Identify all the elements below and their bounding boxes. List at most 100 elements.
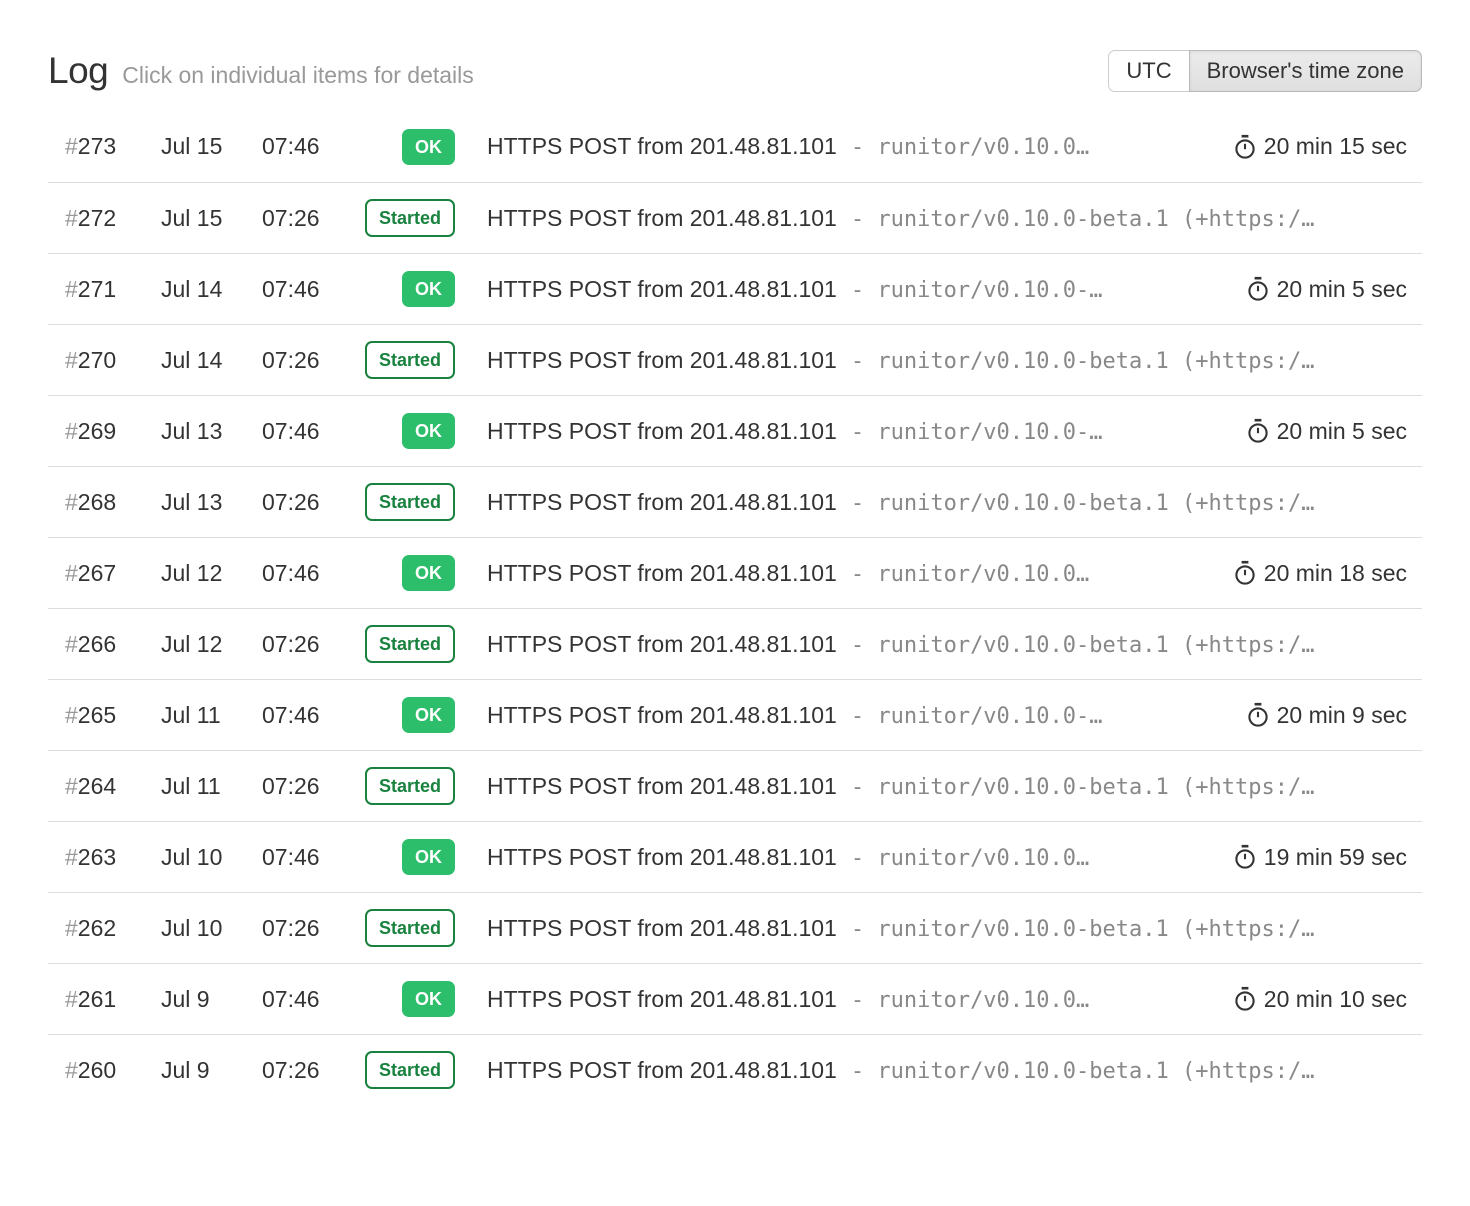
log-row[interactable]: #266 Jul 12 07:26 Started HTTPS POST fro…	[48, 608, 1422, 679]
event-id: #269	[48, 418, 161, 445]
event-id-hash: #	[65, 560, 78, 586]
event-time: 07:26	[262, 915, 355, 942]
event-user-agent: - runitor/v0.10.0-beta.1 (+https:/…	[851, 349, 1315, 374]
event-id-number: 270	[78, 347, 116, 373]
log-page: Log Click on individual items for detail…	[0, 50, 1470, 1105]
status-badge: OK	[402, 271, 455, 307]
log-row[interactable]: #273 Jul 15 07:46 OK HTTPS POST from 201…	[48, 111, 1422, 182]
event-description-text: HTTPS POST from 201.48.81.101	[487, 986, 837, 1013]
status-badge: Started	[365, 909, 455, 947]
log-row[interactable]: #270 Jul 14 07:26 Started HTTPS POST fro…	[48, 324, 1422, 395]
event-id: #271	[48, 276, 161, 303]
event-description-text: HTTPS POST from 201.48.81.101	[487, 915, 837, 942]
event-id-number: 272	[78, 205, 116, 231]
event-id-hash: #	[65, 276, 78, 302]
utc-toggle-button[interactable]: UTC	[1108, 50, 1189, 92]
duration-text: 19 min 59 sec	[1264, 844, 1407, 871]
status-badge: OK	[402, 413, 455, 449]
event-description-text: HTTPS POST from 201.48.81.101	[487, 560, 837, 587]
event-id-hash: #	[65, 773, 78, 799]
event-user-agent: - runitor/v0.10.0-beta.1 (+https:/…	[851, 207, 1315, 232]
status-badge: OK	[402, 555, 455, 591]
event-id-hash: #	[65, 631, 78, 657]
log-row[interactable]: #261 Jul 9 07:46 OK HTTPS POST from 201.…	[48, 963, 1422, 1034]
status-badge-cell: OK	[355, 413, 455, 449]
duration: 20 min 15 sec	[1233, 133, 1422, 160]
duration: 20 min 9 sec	[1246, 702, 1422, 729]
event-id-hash: #	[65, 418, 78, 444]
log-row[interactable]: #260 Jul 9 07:26 Started HTTPS POST from…	[48, 1034, 1422, 1105]
event-time: 07:46	[262, 844, 355, 871]
status-badge-cell: Started	[355, 341, 455, 379]
status-badge-cell: OK	[355, 129, 455, 165]
status-badge-cell: OK	[355, 697, 455, 733]
status-badge: OK	[402, 129, 455, 165]
page-header: Log Click on individual items for detail…	[48, 50, 1422, 92]
timezone-toggle-group: UTC Browser's time zone	[1108, 50, 1422, 92]
event-description: HTTPS POST from 201.48.81.101 - runitor/…	[487, 631, 1422, 658]
status-badge: Started	[365, 483, 455, 521]
log-row[interactable]: #272 Jul 15 07:26 Started HTTPS POST fro…	[48, 182, 1422, 253]
event-time: 07:46	[262, 418, 355, 445]
log-row[interactable]: #263 Jul 10 07:46 OK HTTPS POST from 201…	[48, 821, 1422, 892]
event-description-text: HTTPS POST from 201.48.81.101	[487, 276, 837, 303]
duration-text: 20 min 15 sec	[1264, 133, 1407, 160]
event-id-number: 268	[78, 489, 116, 515]
event-time: 07:46	[262, 986, 355, 1013]
event-date: Jul 10	[161, 844, 262, 871]
stopwatch-icon	[1233, 134, 1257, 160]
log-row[interactable]: #262 Jul 10 07:26 Started HTTPS POST fro…	[48, 892, 1422, 963]
event-id-number: 266	[78, 631, 116, 657]
event-user-agent: - runitor/v0.10.0-beta.1 (+https:/…	[851, 633, 1315, 658]
event-time: 07:46	[262, 133, 355, 160]
log-row[interactable]: #264 Jul 11 07:26 Started HTTPS POST fro…	[48, 750, 1422, 821]
event-description-text: HTTPS POST from 201.48.81.101	[487, 631, 837, 658]
event-user-agent: - runitor/v0.10.0-beta.1 (+https:/…	[851, 917, 1315, 942]
status-badge: Started	[365, 1051, 455, 1089]
status-badge: Started	[365, 625, 455, 663]
event-description-text: HTTPS POST from 201.48.81.101	[487, 844, 837, 871]
log-row[interactable]: #265 Jul 11 07:46 OK HTTPS POST from 201…	[48, 679, 1422, 750]
page-subtitle: Click on individual items for details	[122, 62, 474, 89]
event-id-hash: #	[65, 133, 78, 159]
event-description-text: HTTPS POST from 201.48.81.101	[487, 205, 837, 232]
browser-timezone-toggle-button[interactable]: Browser's time zone	[1189, 50, 1422, 92]
event-time: 07:26	[262, 205, 355, 232]
stopwatch-icon	[1233, 844, 1257, 870]
event-id: #265	[48, 702, 161, 729]
event-id-number: 271	[78, 276, 116, 302]
event-date: Jul 13	[161, 418, 262, 445]
log-row[interactable]: #271 Jul 14 07:46 OK HTTPS POST from 201…	[48, 253, 1422, 324]
event-user-agent: - runitor/v0.10.0…	[851, 562, 1089, 587]
status-badge: Started	[365, 199, 455, 237]
log-row[interactable]: #267 Jul 12 07:46 OK HTTPS POST from 201…	[48, 537, 1422, 608]
event-description: HTTPS POST from 201.48.81.101 - runitor/…	[487, 418, 1234, 445]
event-id-number: 264	[78, 773, 116, 799]
event-id-hash: #	[65, 489, 78, 515]
event-id: #272	[48, 205, 161, 232]
event-id: #270	[48, 347, 161, 374]
event-id: #261	[48, 986, 161, 1013]
event-time: 07:26	[262, 489, 355, 516]
event-date: Jul 14	[161, 276, 262, 303]
event-description: HTTPS POST from 201.48.81.101 - runitor/…	[487, 844, 1221, 871]
status-badge-cell: Started	[355, 625, 455, 663]
duration-text: 20 min 5 sec	[1277, 418, 1407, 445]
event-id-hash: #	[65, 986, 78, 1012]
duration: 20 min 18 sec	[1233, 560, 1422, 587]
event-id-number: 273	[78, 133, 116, 159]
event-date: Jul 14	[161, 347, 262, 374]
status-badge: Started	[365, 341, 455, 379]
status-badge-cell: Started	[355, 767, 455, 805]
event-description-text: HTTPS POST from 201.48.81.101	[487, 773, 837, 800]
log-row[interactable]: #268 Jul 13 07:26 Started HTTPS POST fro…	[48, 466, 1422, 537]
event-time: 07:46	[262, 560, 355, 587]
event-date: Jul 10	[161, 915, 262, 942]
stopwatch-icon	[1246, 418, 1270, 444]
log-row[interactable]: #269 Jul 13 07:46 OK HTTPS POST from 201…	[48, 395, 1422, 466]
event-id-hash: #	[65, 844, 78, 870]
event-date: Jul 12	[161, 560, 262, 587]
stopwatch-icon	[1233, 986, 1257, 1012]
event-description: HTTPS POST from 201.48.81.101 - runitor/…	[487, 702, 1234, 729]
event-user-agent: - runitor/v0.10.0-…	[851, 420, 1103, 445]
